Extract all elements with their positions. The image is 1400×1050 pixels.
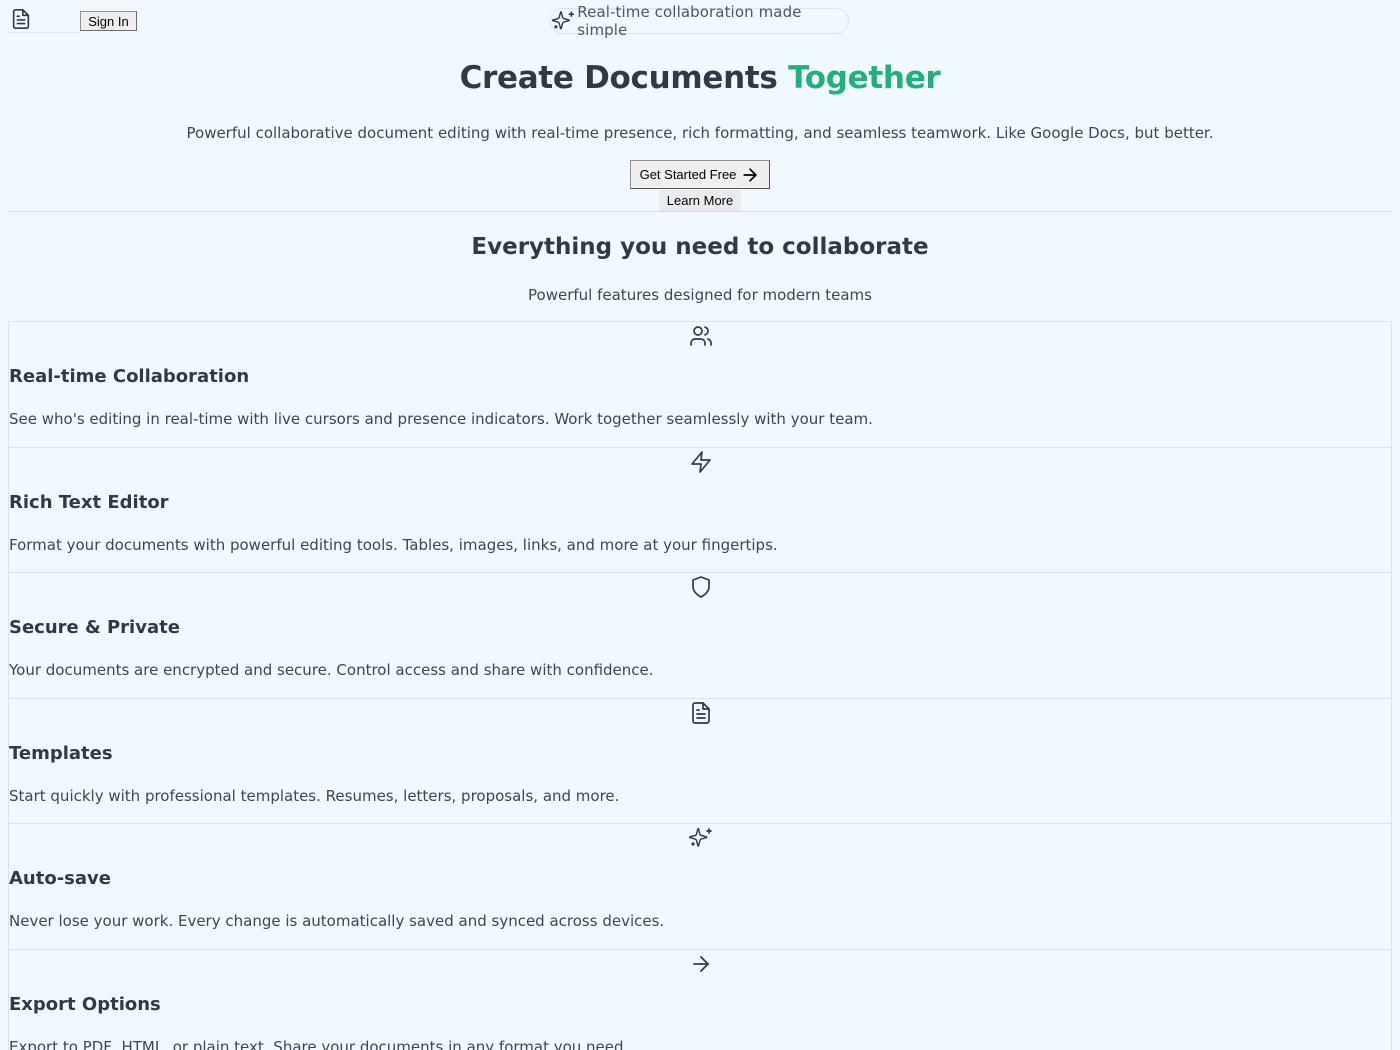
get-started-label: Get Started Free xyxy=(639,167,737,182)
sparkles-icon xyxy=(689,827,712,847)
feature-card: Export Options Export to PDF, HTML, or p… xyxy=(8,948,1392,1050)
hero-title-main: Create Documents xyxy=(459,60,778,96)
feature-title: Export Options xyxy=(9,993,161,1015)
document-icon xyxy=(12,9,30,29)
feature-description: Your documents are encrypted and secure.… xyxy=(9,661,654,679)
users-icon xyxy=(690,326,712,346)
hero-title: Create Documents Together xyxy=(0,60,1400,96)
hero-subtitle: Powerful collaborative document editing … xyxy=(186,124,1214,142)
feature-card: Secure & Private Your documents are encr… xyxy=(8,572,1392,698)
hero-title-accent: Together xyxy=(788,60,941,96)
sign-in-button[interactable]: Sign In xyxy=(80,11,137,31)
feature-description: Never lose your work. Every change is au… xyxy=(9,912,665,930)
announcement-badge: Real-time collaboration made simple xyxy=(550,3,849,39)
feature-card: Real-time Collaboration See who's editin… xyxy=(8,321,1392,447)
feature-card: Templates Start quickly with professiona… xyxy=(8,697,1392,823)
features-list: Real-time Collaboration See who's editin… xyxy=(8,321,1392,1050)
document-icon xyxy=(692,701,710,724)
feature-description: Start quickly with professional template… xyxy=(9,786,620,805)
feature-card: Auto-save Never lose your work. Every ch… xyxy=(8,823,1392,949)
feature-title: Rich Text Editor xyxy=(9,491,169,513)
arrow-right-icon xyxy=(743,167,758,182)
arrow-right-icon xyxy=(693,955,709,972)
sparkles-icon xyxy=(552,11,575,30)
feature-card: Rich Text Editor Format your documents w… xyxy=(8,446,1392,572)
feature-title: Real-time Collaboration xyxy=(9,366,250,387)
shield-icon xyxy=(692,576,710,598)
feature-description: Export to PDF, HTML, or plain text. Shar… xyxy=(9,1037,629,1050)
learn-more-button[interactable]: Learn More xyxy=(659,190,741,211)
feature-title: Secure & Private xyxy=(9,617,180,638)
get-started-button[interactable]: Get Started Free xyxy=(630,160,770,189)
features-subheading: Powerful features designed for modern te… xyxy=(528,286,872,304)
badge-text: Real-time collaboration made simple xyxy=(577,3,802,39)
feature-title: Auto-save xyxy=(9,868,111,889)
zap-icon xyxy=(691,450,711,473)
feature-description: Format your documents with powerful edit… xyxy=(9,535,778,554)
feature-description: See who's editing in real-time with live… xyxy=(9,410,873,428)
logo[interactable] xyxy=(8,6,80,33)
feature-title: Templates xyxy=(9,742,113,764)
section-divider xyxy=(8,211,1392,212)
features-heading: Everything you need to collaborate xyxy=(471,234,929,260)
